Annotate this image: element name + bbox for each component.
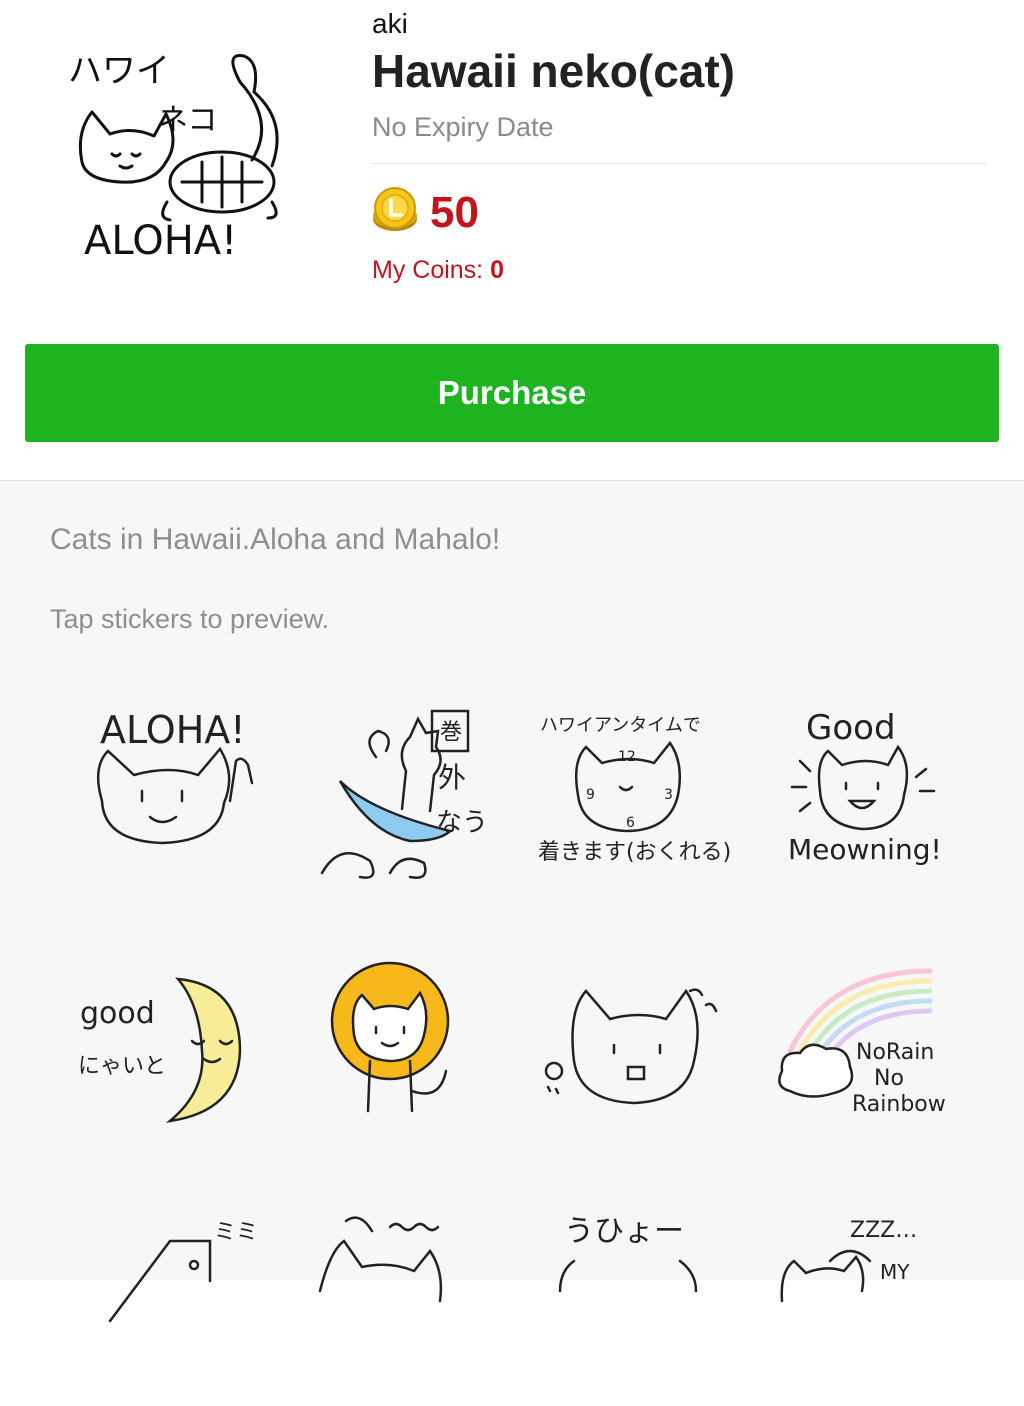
svg-text:6: 6 — [626, 815, 635, 831]
sticker-aloha[interactable]: ALOHA! — [70, 691, 280, 891]
line-coin-icon — [370, 186, 420, 236]
svg-text:No: No — [874, 1066, 904, 1091]
sticker-info-header: ハワイ ネコ ALOHA! aki Hawaii neko(cat) No Ex… — [0, 0, 1024, 481]
sticker-description: Cats in Hawaii.Aloha and Mahalo! — [50, 523, 501, 556]
svg-text:ALOHA!: ALOHA! — [100, 708, 246, 752]
price-value: 50 — [430, 188, 479, 237]
author-name[interactable]: aki — [372, 8, 408, 40]
sticker-surprised-cat[interactable] — [530, 961, 740, 1161]
my-coins: My Coins: 0 — [372, 256, 504, 285]
sticker-good-meowning[interactable]: Good Meowning! — [770, 691, 980, 891]
svg-text:ネコ: ネコ — [158, 103, 217, 138]
svg-text:ALOHA!: ALOHA! — [84, 218, 237, 264]
svg-text:Meowning!: Meowning! — [788, 833, 942, 866]
sticker-surfing-cat[interactable]: 巻 外 なう — [310, 691, 520, 891]
svg-text:ハワイアンタイムで: ハワイアンタイムで — [540, 715, 701, 736]
sticker-good-night-moon[interactable]: good にゃいと — [70, 961, 280, 1161]
sticker-details-section: Cats in Hawaii.Aloha and Mahalo! Tap sti… — [0, 481, 1024, 1323]
sticker-no-rain-no-rainbow[interactable]: NoRain No Rainbow — [770, 961, 980, 1161]
svg-text:なう: なう — [436, 808, 488, 838]
sticker-sleeping-cat[interactable]: ZZZ… MY — [770, 1201, 980, 1401]
divider — [372, 163, 987, 164]
svg-text:MY: MY — [880, 1260, 910, 1284]
sticker-main-image: ハワイ ネコ ALOHA! — [62, 42, 312, 272]
sticker-uhyo[interactable]: うひょー — [530, 1201, 740, 1401]
svg-text:にゃいと: にゃいと — [78, 1054, 166, 1079]
sticker-happy-cat[interactable] — [310, 1201, 520, 1401]
svg-text:Rainbow: Rainbow — [852, 1092, 946, 1117]
svg-text:巻: 巻 — [440, 720, 462, 745]
svg-text:12: 12 — [618, 749, 636, 765]
expiry-label: No Expiry Date — [372, 112, 554, 142]
purchase-button[interactable]: Purchase — [25, 344, 999, 442]
svg-text:着きます(おくれる): 着きます(おくれる) — [538, 840, 731, 865]
svg-text:ハワイ: ハワイ — [68, 51, 170, 91]
svg-text:Good: Good — [806, 708, 896, 748]
svg-text:3: 3 — [664, 787, 673, 803]
svg-text:NoRain: NoRain — [856, 1040, 934, 1065]
svg-text:9: 9 — [586, 787, 595, 803]
svg-text:うひょー: うひょー — [564, 1214, 684, 1249]
my-coins-label: My Coins: — [372, 256, 484, 284]
my-coins-value: 0 — [490, 256, 504, 284]
sticker-lion-cat[interactable] — [310, 961, 520, 1161]
preview-hint: Tap stickers to preview. — [50, 604, 330, 634]
sticker-cat-box[interactable]: ミミ — [70, 1201, 280, 1401]
svg-text:外: 外 — [438, 761, 466, 794]
sticker-hawaiian-time[interactable]: ハワイアンタイムで 12 9 3 6 着きます(おくれる) — [530, 691, 740, 891]
svg-text:good: good — [80, 996, 155, 1031]
svg-text:ミミ: ミミ — [214, 1220, 258, 1245]
sticker-title: Hawaii neko(cat) — [372, 45, 735, 97]
svg-text:ZZZ…: ZZZ… — [850, 1218, 917, 1243]
